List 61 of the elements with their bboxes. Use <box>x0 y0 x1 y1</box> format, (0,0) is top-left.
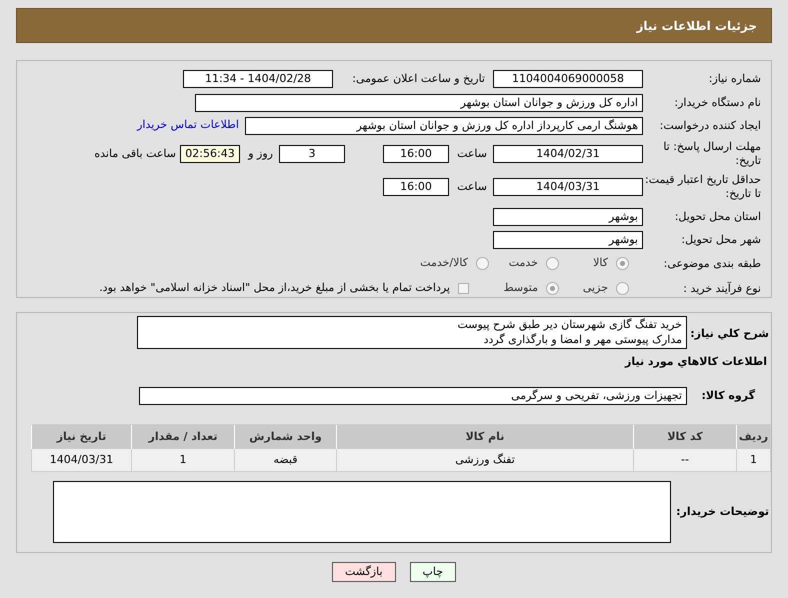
field-label: استان محل تحویل: <box>674 210 762 224</box>
table-cell: -- <box>633 449 736 471</box>
field-value: 1404/02/31 <box>493 144 643 162</box>
column-header: واحد شمارش <box>234 425 336 449</box>
payment-note: پرداخت تمام یا بخشی از مبلغ خرید،از محل "اسناد خزانه اسلامی" خواهد بود. <box>99 280 450 296</box>
radio-button[interactable] <box>546 257 559 270</box>
field-value: 1104004069000058 <box>493 70 643 88</box>
back-button[interactable]: بازگشت <box>332 562 396 582</box>
radio-label: کالا <box>593 255 608 272</box>
column-header: تاریخ نیاز <box>31 425 131 449</box>
radio-label: جزیی <box>582 280 608 296</box>
field-label: روز و <box>246 146 274 160</box>
table-cell: 1 <box>131 449 234 471</box>
field-label: شرح کلي نياز: <box>689 326 770 342</box>
field-label: تاریخ و ساعت اعلان عمومی: <box>351 72 485 86</box>
section-title: اطلاعات کالاهاي مورد نياز <box>624 354 768 370</box>
radio-label: متوسط <box>503 280 538 296</box>
field-label: شماره نیاز: <box>708 72 762 86</box>
column-header: کد کالا <box>633 425 736 449</box>
column-header: نام کالا <box>336 425 633 449</box>
field-value: هوشنگ ارمی کارپرداز اداره کل ورزش و جوانان استان بوشهر <box>245 116 643 134</box>
field-label: طبقه بندی موضوعی: <box>662 256 762 270</box>
checkbox[interactable] <box>458 283 469 294</box>
page-title: جزئیات اطلاعات نیاز <box>636 18 757 34</box>
field-value: بوشهر <box>493 230 643 248</box>
field-value: بوشهر <box>493 208 643 226</box>
field-label: ساعت <box>456 180 488 194</box>
field-value: 1404/02/28 - 11:34 <box>183 70 333 88</box>
field-label: شهر محل تحویل: <box>680 232 762 246</box>
table-cell: قبضه <box>234 449 336 471</box>
field-label: ساعت <box>456 146 488 160</box>
radio-button[interactable] <box>546 282 559 295</box>
field-label: گروه کالا: <box>700 388 756 404</box>
radio-button[interactable] <box>616 282 629 295</box>
radio-label: کالا/خدمت <box>420 255 468 272</box>
column-header: تعداد / مقدار <box>131 425 234 449</box>
radio-label: خدمت <box>508 255 538 272</box>
description-box: خرید تفنگ گازی شهرستان دیر طبق شرح پیوست مدارک پیوستی مهر و امضا و بارگذاری گردد <box>137 316 687 349</box>
print-button[interactable]: چاپ <box>410 562 456 582</box>
field-label: توضیحات خریدار: <box>675 504 770 520</box>
contact-link[interactable]: اطلاعات تماس خریدار <box>137 117 239 134</box>
field-label: نام دستگاه خریدار: <box>673 96 762 110</box>
field-label: نوع فرآیند خرید : <box>682 282 762 296</box>
table-cell: 1 <box>736 449 770 471</box>
field-value: 3 <box>279 144 345 162</box>
notes-box[interactable] <box>53 481 671 543</box>
field-label: ایجاد کننده درخواست: <box>658 118 762 132</box>
field-label: مهلت ارسال پاسخ: تا تاریخ: <box>662 140 762 168</box>
field-value: اداره کل ورزش و جوانان استان بوشهر <box>195 94 643 112</box>
radio-button[interactable] <box>616 257 629 270</box>
field-label: حداقل تاریخ اعتبار قیمت: تا تاریخ: <box>644 172 762 200</box>
countdown-value: 02:56:43 <box>180 144 240 162</box>
field-value: تجهیزات ورزشی، تفریحی و سرگرمی <box>139 387 687 405</box>
column-header: ردیف <box>736 425 770 449</box>
table-cell: تفنگ ورزشی <box>336 449 633 471</box>
field-label: ساعت باقی مانده <box>94 146 177 160</box>
field-value: 16:00 <box>383 144 449 162</box>
field-value: 1404/03/31 <box>493 178 643 196</box>
field-value: 16:00 <box>383 178 449 196</box>
radio-button[interactable] <box>476 257 489 270</box>
table-cell: 1404/03/31 <box>31 449 131 471</box>
